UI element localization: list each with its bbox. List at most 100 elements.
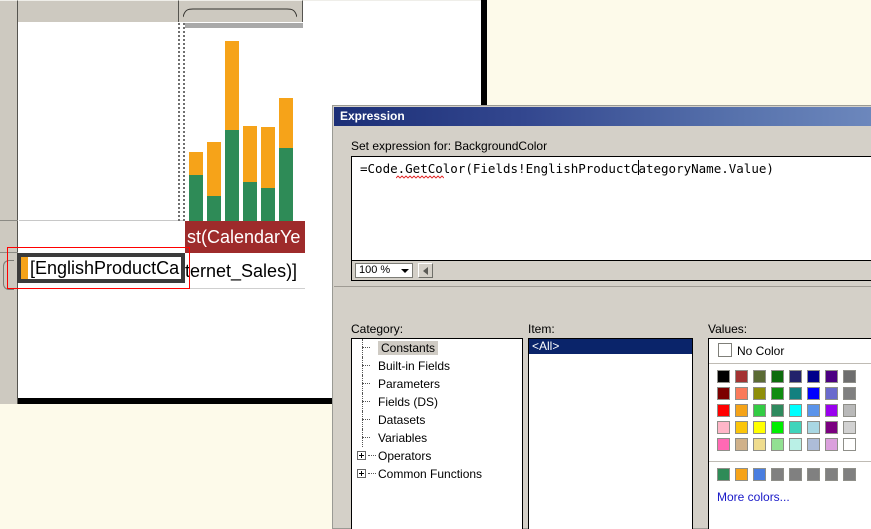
category-tree-item[interactable]: Operators: [352, 447, 522, 465]
recent-color-swatch[interactable]: [789, 468, 802, 481]
tablix-row-header-strip[interactable]: [0, 22, 18, 404]
no-color-option[interactable]: No Color: [709, 339, 871, 364]
tablix-cell-empty[interactable]: [19, 221, 185, 253]
color-swatch[interactable]: [753, 421, 766, 434]
stacked-bar-chart[interactable]: [185, 33, 303, 221]
expression-dialog[interactable]: Expression Set expression for: Backgroun…: [332, 105, 871, 529]
color-swatch[interactable]: [735, 438, 748, 451]
text-caret: [638, 160, 639, 175]
expand-plus-icon[interactable]: [357, 469, 366, 478]
color-swatch[interactable]: [717, 404, 730, 417]
category-tree-item-label: Common Functions: [378, 467, 483, 481]
color-swatch[interactable]: [717, 387, 730, 400]
item-list-row[interactable]: <All>: [529, 339, 692, 354]
tablix-cell-internet-sales[interactable]: ternet_Sales)]: [185, 253, 305, 289]
tree-connector-icon: [362, 347, 370, 349]
more-colors-link[interactable]: More colors...: [709, 487, 871, 504]
color-swatch[interactable]: [753, 387, 766, 400]
category-tree-item[interactable]: Parameters: [352, 375, 522, 393]
color-palette-grid[interactable]: [709, 364, 871, 462]
chart-bar: [243, 126, 257, 221]
color-swatch[interactable]: [843, 421, 856, 434]
chart-bar: [261, 127, 275, 221]
color-swatch[interactable]: [753, 370, 766, 383]
color-swatch[interactable]: [825, 370, 838, 383]
selected-textbox[interactable]: [EnglishProductCa: [17, 253, 185, 283]
category-tree-item[interactable]: Common Functions: [352, 465, 522, 483]
color-swatch[interactable]: [771, 404, 784, 417]
tablix-column-handle-1[interactable]: [18, 0, 179, 22]
row-group-handle[interactable]: [3, 260, 14, 290]
color-swatch[interactable]: [735, 370, 748, 383]
color-palette-row: [717, 438, 871, 455]
color-swatch[interactable]: [825, 387, 838, 400]
tablix-header-cell-calendaryear[interactable]: st(CalendarYe: [185, 221, 305, 253]
recent-color-swatch[interactable]: [843, 468, 856, 481]
tablix-column-handle-2[interactable]: [179, 0, 303, 22]
category-tree[interactable]: Constants Built-in Fields Parameters Fields…: [351, 338, 523, 529]
chart-bar-segment-upper: [243, 126, 257, 182]
color-swatch[interactable]: [771, 421, 784, 434]
color-swatch[interactable]: [789, 438, 802, 451]
chart-bar-segment-upper: [207, 142, 221, 196]
chart-bar: [279, 98, 293, 221]
color-swatch[interactable]: [789, 421, 802, 434]
recent-color-swatch[interactable]: [807, 468, 820, 481]
item-list[interactable]: <All>: [528, 338, 693, 529]
textbox-color-accent: [21, 257, 28, 279]
color-palette-row: [717, 370, 871, 387]
color-swatch[interactable]: [789, 370, 802, 383]
color-swatch[interactable]: [753, 404, 766, 417]
recent-color-swatch[interactable]: [753, 468, 766, 481]
color-swatch[interactable]: [825, 438, 838, 451]
color-swatch[interactable]: [807, 370, 820, 383]
category-tree-item[interactable]: Fields (DS): [352, 393, 522, 411]
no-color-checkbox[interactable]: [718, 343, 732, 357]
color-swatch[interactable]: [843, 404, 856, 417]
color-swatch[interactable]: [843, 387, 856, 400]
color-swatch[interactable]: [807, 421, 820, 434]
color-swatch[interactable]: [843, 438, 856, 451]
recent-color-swatch[interactable]: [825, 468, 838, 481]
zoom-level-combobox[interactable]: 100 %: [355, 263, 413, 278]
expression-editor[interactable]: =Code.GetColor(Fields!EnglishProductCate…: [351, 156, 871, 261]
values-panel[interactable]: No Color More colors...: [708, 338, 871, 529]
color-swatch[interactable]: [771, 370, 784, 383]
color-swatch[interactable]: [807, 438, 820, 451]
category-tree-item-label: Variables: [378, 431, 428, 445]
color-swatch[interactable]: [717, 421, 730, 434]
recent-color-swatch[interactable]: [735, 468, 748, 481]
expand-plus-icon[interactable]: [357, 451, 366, 460]
color-swatch[interactable]: [789, 404, 802, 417]
color-swatch[interactable]: [771, 438, 784, 451]
category-tree-item[interactable]: Variables: [352, 429, 522, 447]
category-tree-item[interactable]: Constants: [352, 339, 522, 357]
color-swatch[interactable]: [843, 370, 856, 383]
color-swatch[interactable]: [825, 404, 838, 417]
scroll-left-button[interactable]: [418, 263, 433, 278]
recent-colors-row[interactable]: [709, 462, 871, 487]
color-swatch[interactable]: [735, 421, 748, 434]
color-swatch[interactable]: [771, 387, 784, 400]
tree-connector-icon: [368, 473, 376, 475]
color-swatch[interactable]: [717, 438, 730, 451]
recent-color-swatch[interactable]: [717, 468, 730, 481]
color-swatch[interactable]: [717, 370, 730, 383]
tablix-column-handle-3[interactable]: [303, 0, 481, 22]
chart-bar-segment-lower: [279, 148, 293, 221]
values-label: Values:: [708, 322, 748, 336]
category-tree-item[interactable]: Built-in Fields: [352, 357, 522, 375]
zoom-level-value: 100 %: [359, 264, 391, 276]
color-swatch[interactable]: [735, 387, 748, 400]
color-swatch[interactable]: [735, 404, 748, 417]
color-swatch[interactable]: [753, 438, 766, 451]
color-swatch[interactable]: [825, 421, 838, 434]
sparkline-chart-cell[interactable]: [185, 23, 303, 221]
recent-color-swatch[interactable]: [771, 468, 784, 481]
tablix-corner-handle[interactable]: [0, 0, 18, 22]
row-separator: [0, 252, 18, 253]
color-swatch[interactable]: [807, 404, 820, 417]
category-tree-item[interactable]: Datasets: [352, 411, 522, 429]
color-swatch[interactable]: [807, 387, 820, 400]
color-swatch[interactable]: [789, 387, 802, 400]
